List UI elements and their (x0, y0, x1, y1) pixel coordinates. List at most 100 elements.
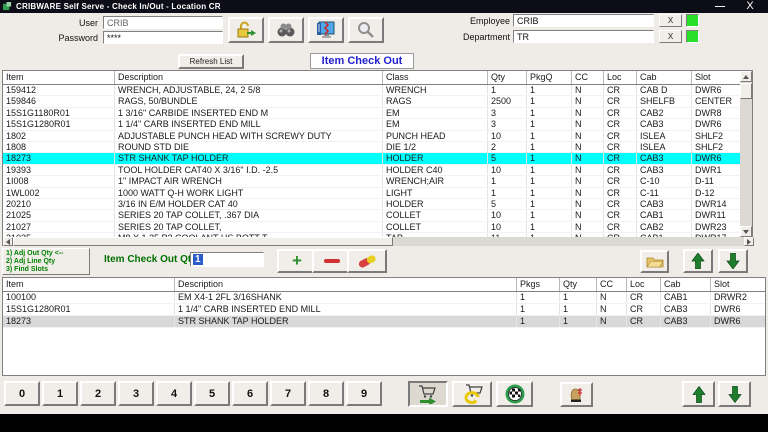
column-header[interactable]: Slot (692, 71, 741, 84)
table-cell: WRENCH;AIR (383, 176, 488, 186)
table-row[interactable]: 15S1G1180R011 3/16" CARBIDE INSERTED END… (3, 108, 741, 119)
column-header[interactable]: Description (115, 71, 383, 84)
column-header[interactable]: Pkgs (517, 278, 560, 291)
table-cell: 3 (488, 119, 527, 129)
table-row[interactable]: 19393TOOL HOLDER CAT40 X 3/16" I.D. -2.5… (3, 165, 741, 176)
column-header[interactable]: Qty (560, 278, 597, 291)
department-clear-button[interactable]: X (659, 30, 682, 43)
column-header[interactable]: CC (572, 71, 604, 84)
employee-clear-button[interactable]: X (659, 14, 682, 27)
table-row[interactable]: 159412WRENCH, ADJUSTABLE, 24, 2 5/8WRENC… (3, 85, 741, 96)
password-input[interactable]: **** (103, 31, 223, 44)
digit-button-3[interactable]: 3 (118, 381, 154, 406)
unlock-icon (234, 21, 258, 39)
plus-icon: + (292, 253, 302, 269)
table-row[interactable]: 1I0081" IMPACT AIR WRENCHWRENCH;AIR11NCR… (3, 176, 741, 187)
scroll-right-button[interactable] (744, 237, 754, 246)
digit-button-5[interactable]: 5 (194, 381, 230, 406)
column-header[interactable]: Loc (627, 278, 661, 291)
table-row[interactable]: 1802ADJUSTABLE PUNCH HEAD WITH SCREWY DU… (3, 131, 741, 142)
table-row[interactable]: 202103/16 IN E/M HOLDER CAT 40HOLDER51NC… (3, 199, 741, 210)
user-input[interactable]: CRIB (103, 16, 223, 29)
search-button[interactable] (348, 17, 384, 43)
exit-button[interactable] (560, 382, 593, 407)
column-header[interactable]: Item (3, 71, 115, 84)
table-row[interactable]: 100100EM X4-1 2FL 3/16SHANK11NCRCAB1DRWR… (3, 292, 765, 304)
row-up-button[interactable] (683, 249, 713, 273)
table-row[interactable]: 15S1G1280R011 1/4" CARB INSERTED END MIL… (3, 119, 741, 130)
digit-button-0[interactable]: 0 (4, 381, 40, 406)
table-cell: 20210 (3, 199, 115, 209)
browse-button[interactable] (268, 17, 304, 43)
digit-button-6[interactable]: 6 (232, 381, 268, 406)
title-bar[interactable]: CRIBWARE Self Serve - Check In/Out - Loc… (0, 0, 768, 13)
checkered-globe-icon (505, 384, 525, 404)
table-cell: N (572, 165, 604, 175)
digit-button-7[interactable]: 7 (270, 381, 306, 406)
column-header[interactable]: Loc (604, 71, 637, 84)
table-cell: N (572, 199, 604, 209)
digit-button-9[interactable]: 9 (346, 381, 382, 406)
scroll-thumb-horizontal[interactable] (13, 237, 393, 246)
qty-input[interactable]: 1 (190, 252, 264, 267)
table-cell: SHELFB (637, 96, 692, 106)
refresh-list-button[interactable]: Refresh List (178, 54, 244, 69)
table-row[interactable]: 21025SERIES 20 TAP COLLET, .367 DIACOLLE… (3, 210, 741, 221)
column-header[interactable]: Class (383, 71, 488, 84)
table-cell: 1802 (3, 131, 115, 141)
cart-down-button[interactable] (718, 381, 751, 407)
add-button[interactable]: + (277, 249, 317, 273)
table-cell: RAGS, 50/BUNDLE (115, 96, 383, 106)
digit-button-1[interactable]: 1 (42, 381, 78, 406)
table-row[interactable]: 159846RAGS, 50/BUNDLERAGS25001NCRSHELFBC… (3, 96, 741, 107)
catalog-vertical-scrollbar[interactable] (740, 71, 752, 237)
scroll-left-button[interactable] (3, 237, 13, 246)
table-row[interactable]: 1WL0021000 WATT Q-H WORK LIGHTLIGHT11NCR… (3, 188, 741, 199)
open-folder-icon (646, 255, 664, 268)
column-header[interactable]: Cab (637, 71, 692, 84)
column-header[interactable]: Item (3, 278, 175, 291)
digit-button-4[interactable]: 4 (156, 381, 192, 406)
table-cell: HOLDER C40 (383, 165, 488, 175)
digit-button-8[interactable]: 8 (308, 381, 344, 406)
scroll-thumb[interactable] (740, 83, 752, 99)
column-header[interactable]: PkgQ (527, 71, 572, 84)
table-cell: 10 (488, 131, 527, 141)
digit-button-2[interactable]: 2 (80, 381, 116, 406)
table-cell: SHLF2 (692, 131, 741, 141)
table-cell: 1 (527, 153, 572, 163)
scroll-down-button[interactable] (740, 226, 752, 237)
scroll-up-button[interactable] (740, 71, 752, 82)
remove-button[interactable] (312, 249, 352, 273)
column-header[interactable]: Cab (661, 278, 711, 291)
table-cell: 1I008 (3, 176, 115, 186)
close-button[interactable]: X (740, 0, 760, 13)
qty-value: 1 (193, 254, 203, 265)
checkin-button[interactable] (452, 381, 492, 407)
table-row[interactable]: 15S1G1280R011 1/4" CARB INSERTED END MIL… (3, 304, 765, 316)
column-header[interactable]: CC (597, 278, 627, 291)
table-row[interactable]: 18273STR SHANK TAP HOLDERHOLDER51NCRCAB3… (3, 153, 741, 164)
table-cell: CR (627, 292, 661, 303)
login-button[interactable] (228, 17, 264, 43)
table-cell: CR (627, 304, 661, 315)
report-button[interactable] (308, 17, 344, 43)
checkout-button[interactable] (408, 381, 448, 407)
catalog-horizontal-scrollbar[interactable] (3, 237, 754, 246)
minimize-button[interactable]: — (710, 0, 730, 13)
open-order-button[interactable] (640, 250, 669, 273)
table-row[interactable]: 21027SERIES 20 TAP COLLET,COLLET101NCRCA… (3, 222, 741, 233)
table-row[interactable]: 18273STR SHANK TAP HOLDER11NCRCAB3DWR6 (3, 316, 765, 328)
cart-up-button[interactable] (682, 381, 715, 407)
table-cell: CR (604, 108, 637, 118)
column-header[interactable]: Slot (711, 278, 765, 291)
finish-button[interactable] (496, 381, 533, 407)
clear-qty-button[interactable] (347, 249, 387, 273)
department-input[interactable]: TR (513, 30, 654, 43)
table-row[interactable]: 1808ROUND STD DIEDIE 1/221NCRISLEASHLF2 (3, 142, 741, 153)
row-down-button[interactable] (718, 249, 748, 273)
column-header[interactable]: Qty (488, 71, 527, 84)
table-cell: CENTER (692, 96, 741, 106)
column-header[interactable]: Description (175, 278, 517, 291)
employee-input[interactable]: CRIB (513, 14, 654, 27)
